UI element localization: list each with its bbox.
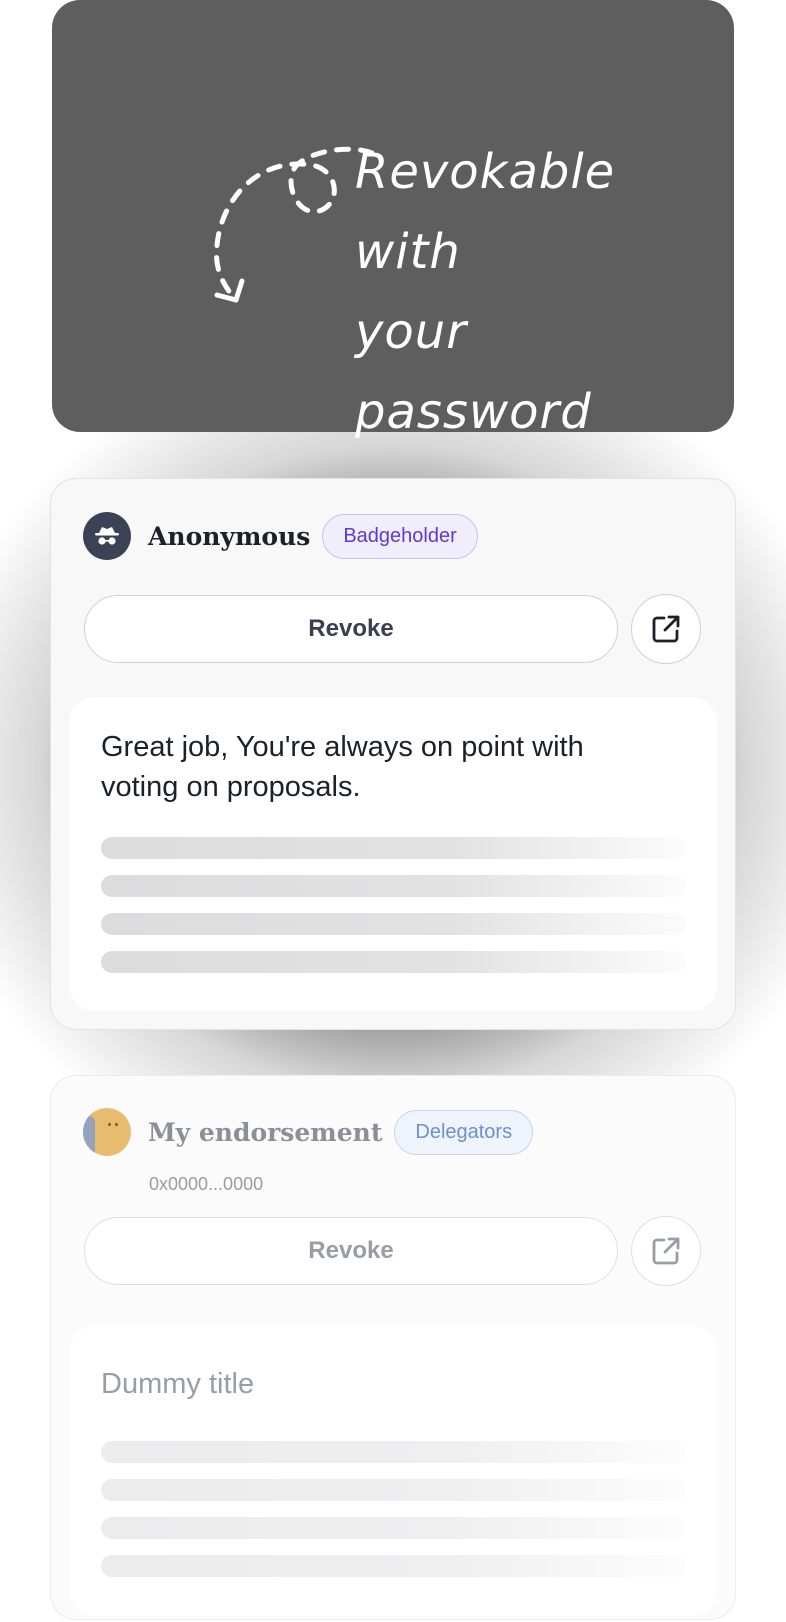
skeleton-line (101, 951, 686, 973)
endorsement-content: Great job, You're always on point with v… (69, 697, 717, 1011)
card-header: My endorsement Delegators (83, 1108, 534, 1156)
role-badge: Badgeholder (322, 513, 478, 559)
open-external-button[interactable] (631, 1216, 701, 1286)
card-header: Anonymous Badgeholder (83, 512, 478, 560)
skeleton-line (101, 837, 686, 859)
hero-line-2: your password (355, 304, 592, 440)
endorsement-message: Great job, You're always on point with v… (101, 731, 584, 803)
external-link-icon (652, 1237, 680, 1265)
role-badge: Delegators (394, 1109, 534, 1155)
endorsement-title: Dummy title (101, 1368, 255, 1400)
hero-panel: Revokable with your password (52, 0, 734, 440)
skeleton-line (101, 1479, 686, 1501)
hero-text: Revokable with your password (355, 132, 695, 452)
endorsement-card-faded: My endorsement Delegators 0x0000...0000 … (50, 1075, 736, 1620)
revoke-button[interactable]: Revoke (84, 1217, 618, 1285)
endorsement-content: Dummy title (69, 1326, 717, 1616)
open-external-button[interactable] (631, 594, 701, 664)
wallet-address: 0x0000...0000 (149, 1174, 264, 1194)
hero-line-1: Revokable with (355, 144, 616, 280)
external-link-icon (652, 615, 680, 643)
skeleton-line (101, 1517, 686, 1539)
author-name: Anonymous (148, 521, 311, 551)
revoke-button[interactable]: Revoke (84, 595, 618, 663)
skeleton-line (101, 875, 686, 897)
endorsement-card-active: Anonymous Badgeholder Revoke Great job, … (50, 478, 736, 1030)
avatar (83, 1108, 131, 1156)
skeleton-line (101, 913, 686, 935)
skeleton-line (101, 1441, 686, 1463)
incognito-icon (83, 512, 131, 560)
skeleton-line (101, 1555, 686, 1577)
author-name: My endorsement (148, 1117, 383, 1147)
